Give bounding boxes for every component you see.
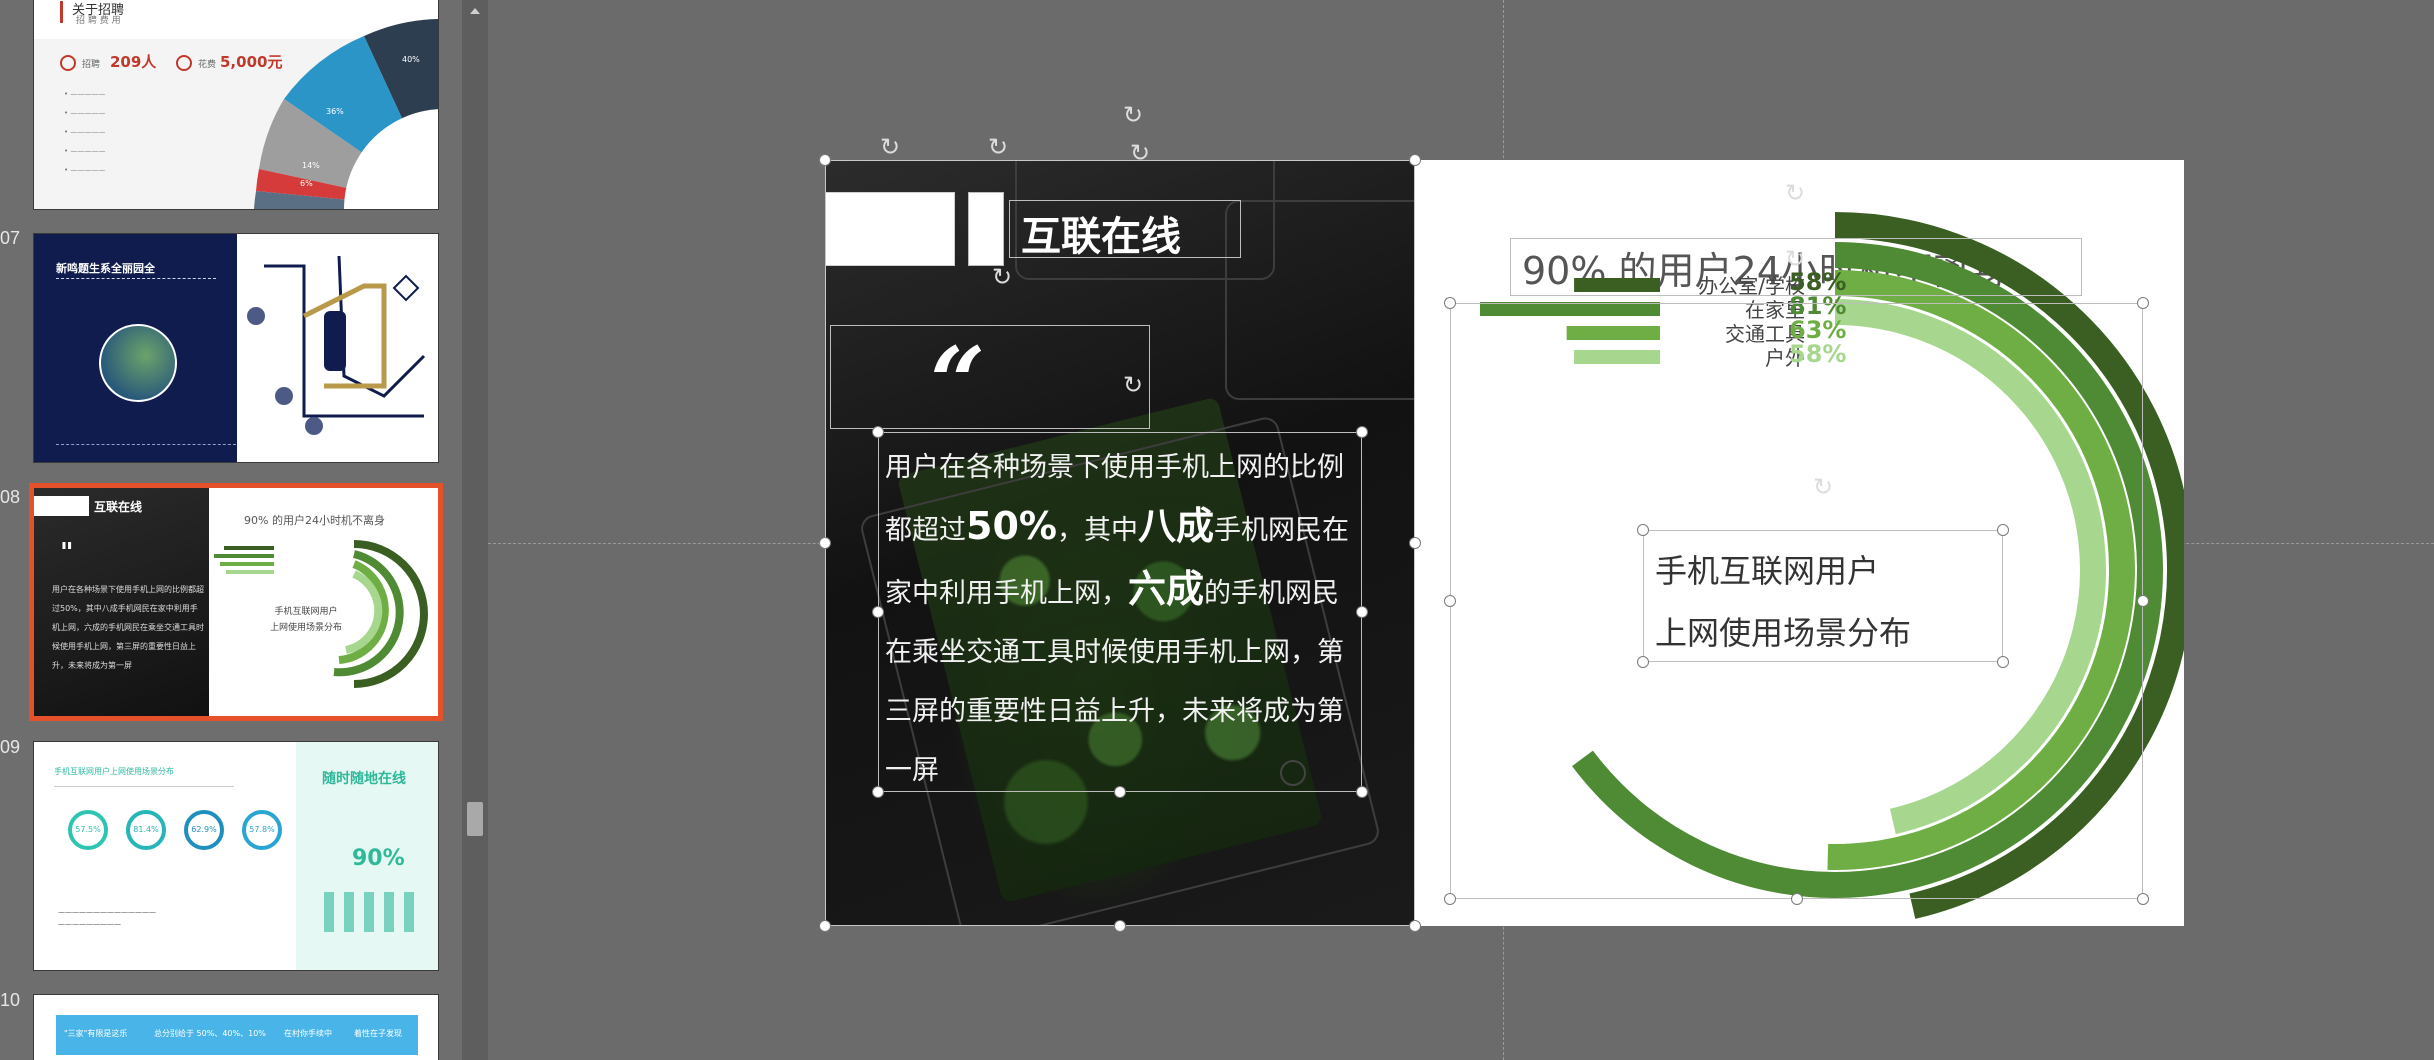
resize-handle[interactable] [1637, 524, 1649, 536]
thumb-quote: " [60, 538, 74, 568]
rotate-handle-icon[interactable]: ↻ [877, 134, 903, 160]
selection-frame-center-label [1643, 530, 2003, 662]
slide-thumbnail-10[interactable]: "三家"有限是这乐 总分别给于 50%、40%、10% 在村你手续中 着性在子发… [33, 994, 439, 1060]
slide-canvas[interactable]: 互联在线 “ 用户在各种场景下使用手机上网的比例都超过50%，其中八成手机网民在… [819, 102, 2184, 932]
resize-handle[interactable] [1409, 537, 1421, 549]
thumb-ring-2: 81.4% [126, 810, 166, 850]
slide-number-9: 09 [0, 737, 21, 757]
title-accent-bar [60, 1, 63, 23]
resize-handle[interactable] [1114, 786, 1126, 798]
rotate-handle-icon[interactable]: ↻ [1782, 246, 1808, 272]
resize-handle[interactable] [1409, 920, 1421, 932]
thumb-center-label: 手机互联网用户 上网使用场景分布 [269, 607, 342, 633]
resize-handle[interactable] [819, 537, 831, 549]
thumb-people-icons [324, 892, 424, 932]
thumb-map [247, 255, 426, 435]
thumb-pct-a: 40% [402, 55, 420, 64]
thumb-ring-1: 57.5% [68, 810, 108, 850]
selection-frame-photo [825, 160, 1415, 926]
thumb-stat1: 209人 [110, 53, 157, 71]
rotate-handle-icon[interactable]: ↻ [1810, 474, 1836, 500]
slide-thumbnail-7[interactable]: 新鸣题生系全丽园全 [33, 233, 439, 463]
thumb-ring-3: 62.9% [184, 810, 224, 850]
rotate-handle-icon[interactable]: ↻ [1127, 140, 1153, 166]
resize-handle[interactable] [872, 606, 884, 618]
resize-handle[interactable] [819, 154, 831, 166]
thumb-title: 随时随地在线 [322, 771, 406, 787]
thumb-stat1-label: 招聘 [82, 60, 101, 70]
slide-number-7: 07 [0, 228, 21, 248]
person-icon [60, 55, 76, 71]
money-icon [176, 55, 192, 71]
scroll-thumb[interactable] [467, 802, 483, 836]
resize-handle[interactable] [872, 426, 884, 438]
resize-handle[interactable] [1997, 524, 2009, 536]
rotate-handle-icon[interactable]: ↻ [1120, 372, 1146, 398]
resize-handle[interactable] [872, 786, 884, 798]
resize-handle[interactable] [1444, 893, 1456, 905]
thumb-list: • ————— • ————— • ————— • ————— • ————— [64, 90, 106, 174]
thumbnail-scrollbar[interactable] [462, 0, 488, 1060]
thumb-chart-title: 90% 的用户24小时机不离身 [244, 514, 385, 527]
thumb-pct-c: 14% [302, 161, 320, 170]
scroll-up-arrow-icon[interactable] [466, 2, 484, 20]
thumb-subtitle: 手机互联网用户上网使用场景分布 [54, 767, 174, 776]
rotate-handle-icon[interactable]: ↻ [985, 134, 1011, 160]
resize-handle[interactable] [1637, 656, 1649, 668]
slide-thumbnail-8[interactable]: 互联在线 " 用户在各种场景下使用手机上网的比例都超过50%，其中八成手机网民在… [29, 483, 443, 721]
thumb-pct-b: 36% [326, 107, 344, 116]
resize-handle[interactable] [1444, 595, 1456, 607]
rotate-handle-icon[interactable]: ↻ [989, 264, 1015, 290]
slide-number-10: 10 [0, 990, 21, 1010]
thumb-stat2-label: 花费 [198, 60, 217, 70]
rotate-handle-icon[interactable]: ↻ [1782, 180, 1808, 206]
thumb-globe [99, 324, 177, 402]
slide-thumbnail-pane[interactable]: 关于招聘 招 聘 费 用 招聘 209人 花费 5,000元 • ————— •… [0, 0, 462, 1060]
slide-thumbnail-6[interactable]: 关于招聘 招 聘 费 用 招聘 209人 花费 5,000元 • ————— •… [33, 0, 439, 210]
thumb-title: 互联在线 [94, 500, 143, 514]
resize-handle[interactable] [1356, 786, 1368, 798]
resize-handle[interactable] [2137, 297, 2149, 309]
resize-handle[interactable] [2137, 893, 2149, 905]
thumb-footnote: —————————————— ————————— [58, 908, 156, 928]
thumb-ring-4: 57.8% [242, 810, 282, 850]
resize-handle[interactable] [1356, 426, 1368, 438]
slide-thumbnail-9[interactable]: 手机互联网用户上网使用场景分布 57.5% 81.4% 62.9% 57.8% … [33, 741, 439, 971]
thumb-donut [254, 19, 438, 209]
resize-handle[interactable] [819, 920, 831, 932]
resize-handle[interactable] [1356, 606, 1368, 618]
thumb-subtitle: 招 聘 费 用 [76, 16, 121, 26]
resize-handle[interactable] [1409, 154, 1421, 166]
thumb-big-value: 90% [352, 846, 405, 871]
rotate-handle-icon[interactable]: ↻ [1120, 102, 1146, 128]
resize-handle[interactable] [2137, 595, 2149, 607]
thumb-title: 新鸣题生系全丽园全 [56, 262, 155, 275]
thumb-pct-d: 6% [300, 179, 313, 188]
slide-number-8: 08 [0, 487, 21, 507]
thumb-body-text: 用户在各种场景下使用手机上网的比例都超过50%，其中八成手机网民在家中利用手机上… [52, 585, 204, 670]
resize-handle[interactable] [1791, 893, 1803, 905]
resize-handle[interactable] [1997, 656, 2009, 668]
resize-handle[interactable] [1114, 920, 1126, 932]
resize-handle[interactable] [1444, 297, 1456, 309]
